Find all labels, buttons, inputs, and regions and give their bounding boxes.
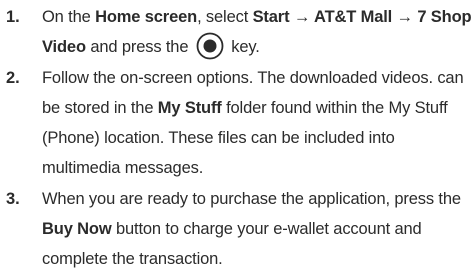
step-line: On the Home screen, select Start → AT&T … [42, 2, 472, 32]
bold-text: Buy Now [42, 220, 112, 238]
step-text: On the Home screen, select Start → AT&T … [42, 2, 472, 62]
center-select-key-icon [196, 32, 224, 60]
bold-text: Video [42, 38, 86, 56]
step-text: Follow the on-screen options. The downlo… [42, 63, 470, 183]
step-number: 1. [6, 8, 20, 26]
text: key. [226, 38, 260, 56]
text: and press the [85, 38, 193, 56]
step-number: 3. [6, 190, 20, 208]
step-line: Follow the on-screen options. The downlo… [42, 69, 464, 87]
bold-text: Home screen [95, 8, 198, 26]
text: , select [197, 8, 253, 26]
step-line: be stored in the My Stuff folder found w… [42, 93, 470, 123]
step-line: When you are ready to purchase the appli… [42, 190, 461, 208]
step-text: When you are ready to purchase the appli… [42, 184, 470, 274]
bold-text: My Stuff [157, 99, 222, 117]
menu-path: Start → AT&T Mall → 7 Shop [252, 8, 472, 26]
step-line: Buy Now button to charge your e-wallet a… [42, 214, 470, 244]
step-line: Video and press the key. [42, 32, 470, 62]
text: folder found within the My Stuff [221, 99, 448, 117]
text: On the [42, 8, 96, 26]
text: be stored in the [42, 99, 158, 117]
step-line: complete the transaction. [42, 250, 223, 268]
step-line: (Phone) location. These files can be inc… [42, 129, 395, 147]
text: button to charge your e-wallet account a… [111, 220, 422, 238]
step-line: multimedia messages. [42, 159, 204, 177]
step-number: 2. [6, 69, 20, 87]
